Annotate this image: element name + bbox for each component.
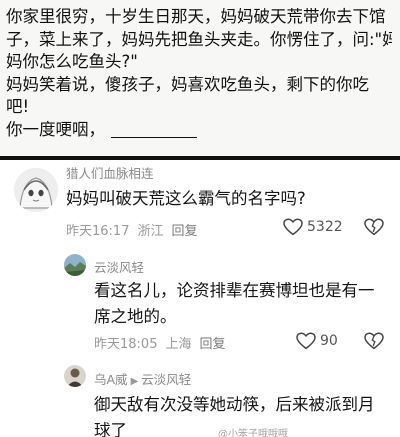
username[interactable]: 云淡风轻 [94, 257, 144, 276]
broken-heart-icon[interactable] [364, 332, 384, 350]
like-button[interactable]: 5322 [283, 218, 343, 236]
reply-button[interactable]: 回复 [199, 337, 225, 352]
comment-text-line: 看这名儿，论资排辈在赛博坦也是有一 [94, 281, 375, 300]
timestamp: 昨天16:17 [66, 224, 130, 239]
story-line: 妈你怎么吃鱼头?" [6, 52, 138, 71]
username[interactable]: 猎人们血脉相连 [66, 163, 154, 182]
comment: 猎人们血脉相连 妈妈叫破天荒这么霸气的名字吗? 昨天16:17 浙江 回复 5322 [0, 160, 400, 248]
comment-text: 妈妈叫破天荒这么霸气的名字吗? [66, 189, 306, 208]
reply-comment: 云淡风轻 看这名儿，论资排辈在赛博坦也是有一 席之地的。 昨天18:05 上海 回复… [0, 248, 400, 356]
like-button[interactable]: 90 [296, 332, 338, 350]
broken-heart-icon[interactable] [364, 218, 384, 236]
watermark: @小笨子哦哦哦 [218, 429, 288, 437]
username[interactable]: 乌A威 [94, 372, 128, 387]
story-line: 妈妈笑着说，傻孩子，妈喜欢吃鱼头，剩下的你吃 [6, 74, 369, 94]
story-line: 子，菜上来了，妈妈先把鱼头夹走。你愣住了，问:"妈 [6, 29, 392, 49]
reply-to-username[interactable]: 云淡风轻 [141, 372, 191, 387]
story-line: 你家里很穷，十岁生日那天，妈妈破天荒带你去下馆 [6, 7, 386, 26]
reply-comment: 乌A威 ▶ 云淡风轻 御天敌有次没等她动筷，后来被派到月 球了 [0, 360, 400, 437]
avatar[interactable] [64, 365, 86, 387]
reply-header: 乌A威 ▶ 云淡风轻 [94, 369, 191, 388]
comment-meta: 昨天18:05 上海 回复 [94, 333, 234, 352]
comment-text-line: 御天敌有次没等她动筷，后来被派到月 [94, 395, 375, 414]
triangle-right-icon: ▶ [130, 376, 139, 387]
like-count: 5322 [307, 219, 343, 235]
comment-meta: 昨天16:17 浙江 回复 [66, 220, 206, 239]
timestamp: 昨天18:05 [94, 337, 158, 352]
avatar[interactable] [64, 254, 86, 276]
comment-text-line: 席之地的。 [94, 307, 177, 326]
comment-text: 看这名儿，论资排辈在赛博坦也是有一 席之地的。 [94, 278, 375, 330]
story-text: 你家里很穷，十岁生日那天，妈妈破天荒带你去下馆 子，菜上来了，妈妈先把鱼头夹走。… [0, 0, 400, 156]
location: 浙江 [137, 224, 164, 239]
story-line-last: 你一度哽咽， [6, 119, 392, 142]
avatar[interactable] [14, 168, 58, 212]
story-line: 吧! [6, 97, 30, 116]
reply-button[interactable]: 回复 [171, 224, 197, 239]
like-count: 90 [320, 333, 338, 349]
heart-icon [296, 332, 316, 350]
location: 上海 [165, 337, 192, 352]
heart-icon [283, 218, 303, 236]
story-line-text: 你一度哽咽， [6, 119, 105, 139]
fill-blank [111, 122, 197, 138]
